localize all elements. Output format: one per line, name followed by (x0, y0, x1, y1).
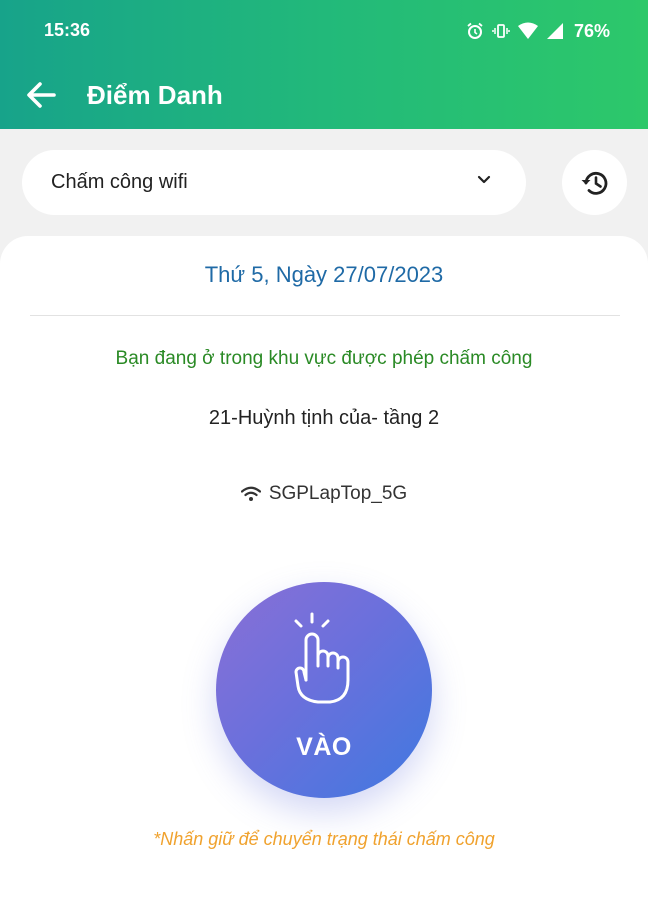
date-text: Thứ 5, Ngày 27/07/2023 (204, 262, 444, 287)
wifi-icon (517, 22, 538, 40)
app-header: 15:36 76% Điểm Danh (0, 0, 648, 129)
history-button[interactable] (562, 150, 627, 215)
location-text: 21-Huỳnh tịnh của- tầng 2 (208, 407, 440, 429)
alarm-icon (466, 22, 484, 40)
back-button[interactable] (22, 76, 60, 114)
history-icon (581, 171, 607, 195)
tap-hand-icon (294, 612, 350, 704)
status-icons: 76% (466, 18, 610, 44)
arrow-left-icon (27, 82, 56, 108)
status-bar: 15:36 76% (0, 0, 648, 62)
chevron-down-icon (477, 175, 491, 184)
wifi-name: SGPLapTop_5G (268, 483, 408, 504)
signal-icon (546, 22, 564, 40)
wifi-row: SGPLapTop_5G (0, 483, 648, 505)
battery-level: 76% (573, 20, 610, 41)
attendance-card (0, 236, 648, 900)
status-time: 15:36 (44, 20, 91, 40)
attendance-type-value: Chấm công wifi (51, 171, 188, 193)
wifi-icon (240, 486, 261, 501)
divider (30, 315, 620, 316)
vibrate-icon (492, 22, 510, 40)
checkin-label: VÀO (296, 733, 352, 761)
attendance-type-select[interactable]: Chấm công wifi (22, 150, 526, 215)
hint-text: *Nhấn giữ để chuyển trạng thái chấm công (153, 829, 495, 849)
page-title: Điểm Danh (87, 80, 223, 110)
checkin-button[interactable]: VÀO (216, 582, 432, 798)
zone-status-text: Bạn đang ở trong khu vực được phép chấm … (115, 348, 533, 369)
